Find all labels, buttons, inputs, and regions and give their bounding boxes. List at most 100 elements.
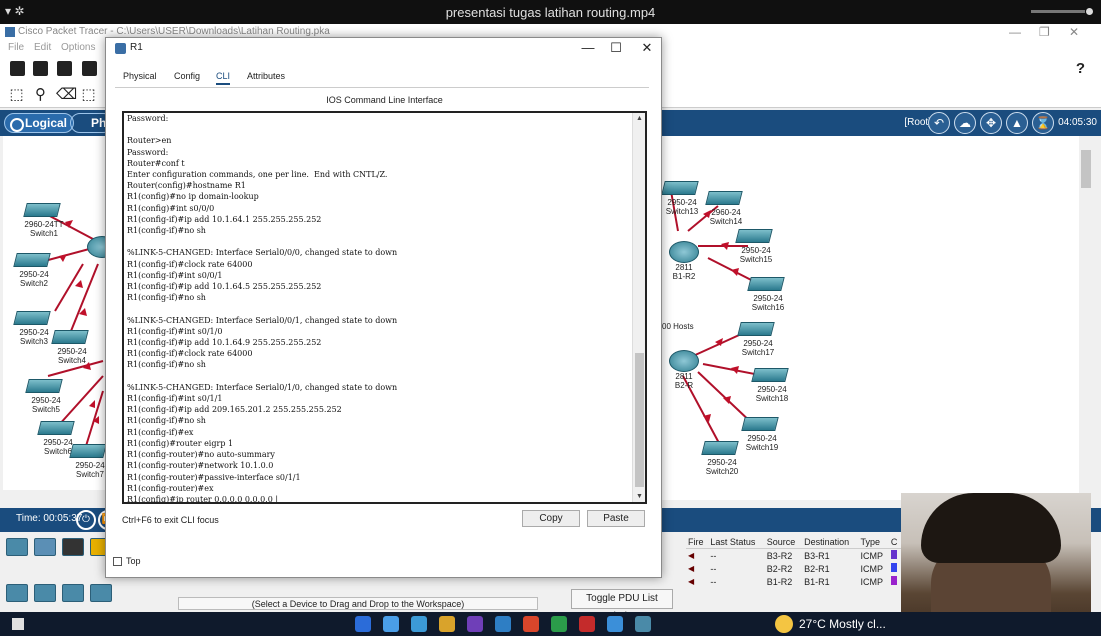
delete-tool-icon[interactable]: ⌫ [56,87,77,102]
pdu-type: ICMP [860,576,883,587]
top-checkbox[interactable]: Top [113,556,141,567]
menu-edit[interactable]: Edit [34,42,51,53]
pdu-fire-icon[interactable]: ◀ [686,562,708,575]
router-b2-r[interactable]: 2811 B2-R [669,350,699,390]
clock-readout: 04:05:30 [1058,117,1097,128]
new-file-icon[interactable] [10,61,25,76]
routers-category-icon[interactable] [6,538,28,556]
magnify-tool-icon[interactable]: ⚲ [32,87,49,102]
workspace-vertical-scrollbar[interactable] [1079,136,1093,500]
device-type-4-icon[interactable] [90,584,112,602]
tab-attributes[interactable]: Attributes [247,71,285,81]
switch4[interactable]: 2950-24 Switch4 [51,330,89,365]
close-icon[interactable]: ✕ [1069,25,1079,39]
dialog-maximize-icon[interactable]: ☐ [606,40,626,56]
taskbar-app-9-icon[interactable] [579,616,595,632]
taskbar-app-10-icon[interactable] [607,616,623,632]
scroll-thumb[interactable] [1081,150,1091,188]
device-type-2-icon[interactable] [34,584,56,602]
switch2[interactable]: 2950-24 Switch2 [13,253,51,288]
scroll-up-icon[interactable]: ▲ [634,115,645,122]
taskbar-app-3-icon[interactable] [411,616,427,632]
pdu-fire-icon[interactable]: ◀ [686,549,708,563]
viewport-icon[interactable]: ⌛ [1032,112,1054,134]
switches-category-icon[interactable] [34,538,56,556]
resize-tool-icon[interactable]: ⬚ [80,87,97,102]
volume-knob[interactable] [1086,8,1093,15]
workspace-horizontal-scrollbar[interactable] [3,490,107,502]
cloud-icon[interactable]: ☁ [954,112,976,134]
terminal-line: R1(config-if)#no sh [127,360,206,370]
terminal-scrollbar[interactable]: ▲ ▼ [632,113,645,502]
pdu-color-swatch [889,549,901,563]
cli-terminal[interactable]: Password: Router>en Password: Router#conf … [122,111,647,504]
switch1[interactable]: 2960-24TT Switch1 [23,203,64,238]
switch18[interactable]: 2950-24 Switch18 [751,368,789,403]
device-type-1-icon[interactable] [6,584,28,602]
restore-icon[interactable]: ❐ [1039,25,1050,39]
terminal-line: Router(config)#hostname R1 [127,181,246,191]
taskbar-app-2-icon[interactable] [383,616,399,632]
r1-titlebar[interactable]: R1 — ☐ ✕ [106,38,661,59]
switch3[interactable]: 2950-24 Switch3 [13,311,51,346]
taskbar-app-1-icon[interactable] [355,616,371,632]
taskbar-app-8-icon[interactable] [551,616,567,632]
weather-text[interactable]: 27°C Mostly cl... [799,617,886,631]
terminal-line: R1(config-if)#ex [127,427,194,437]
back-icon[interactable]: ↶ [928,112,950,134]
switch17[interactable]: 2950-24 Switch17 [737,322,775,357]
taskbar-app-7-icon[interactable] [523,616,539,632]
time-label: Time: 00:05:37 [16,513,83,524]
tab-cli[interactable]: CLI [216,71,231,85]
terminal-line: R1(config-if)#no sh [127,416,206,426]
switch16[interactable]: 2950-24 Switch16 [747,277,785,312]
switch6[interactable]: 2950-24 Switch6 [37,421,75,456]
logical-workspace-button[interactable]: Logical [4,113,75,133]
open-folder-icon[interactable] [33,61,48,76]
switch14[interactable]: 2960-24 Switch14 [705,191,743,226]
switch7[interactable]: 2950-24 Switch7 [69,444,107,479]
save-icon[interactable] [57,61,72,76]
device-icon [115,43,126,54]
tab-config[interactable]: Config [174,71,200,81]
pdu-row[interactable]: ◀ -- B1-R2 B1-R1 ICMP [686,575,901,588]
switch13[interactable]: 2950-24 Switch13 [661,181,699,216]
taskbar-app-5-icon[interactable] [467,616,483,632]
menu-file[interactable]: File [8,42,24,53]
switch15[interactable]: 2950-24 Switch15 [735,229,773,264]
windows-start-icon[interactable] [12,618,24,630]
terminal-scroll-thumb[interactable] [635,353,644,487]
terminal-line: R1(config-if)#int s0/1/0 [127,326,223,336]
power-cycle-icon[interactable]: ⏻ [76,510,96,530]
taskbar-app-4-icon[interactable] [439,616,455,632]
dialog-minimize-icon[interactable]: — [578,40,598,55]
paste-button[interactable]: Paste [587,510,645,527]
minimize-icon[interactable]: — [1009,25,1021,39]
copy-button[interactable]: Copy [522,510,580,527]
router-b1-r2[interactable]: 2811 B1-R2 [669,241,699,281]
background-image-icon[interactable]: ▲ [1006,112,1028,134]
switch19[interactable]: 2950-24 Switch19 [741,417,779,452]
help-icon[interactable]: ? [1076,60,1085,77]
taskbar-app-6-icon[interactable] [495,616,511,632]
device-type-3-icon[interactable] [62,584,84,602]
switch20[interactable]: 2950-24 Switch20 [701,441,739,476]
dialog-close-icon[interactable]: ✕ [637,40,657,56]
terminal-line: R1(config-router)#no auto-summary [127,450,275,460]
select-tool-icon[interactable]: ⬚ [8,87,25,102]
toggle-pdu-list-button[interactable]: Toggle PDU List Window [571,589,673,612]
taskbar-packet-tracer-icon[interactable] [635,616,651,632]
scroll-down-icon[interactable]: ▼ [634,493,645,500]
pdu-fire-icon[interactable]: ◀ [686,575,708,588]
end-devices-category-icon[interactable] [62,538,84,556]
checkbox-icon[interactable] [113,557,122,567]
pdu-row[interactable]: ◀ -- B2-R2 B2-R1 ICMP [686,562,901,575]
volume-slider[interactable] [1031,10,1085,13]
pdu-row[interactable]: ◀ -- B3-R2 B3-R1 ICMP [686,549,901,563]
switch5[interactable]: 2950-24 Switch5 [25,379,63,414]
menu-options[interactable]: Options [61,42,95,53]
tab-physical[interactable]: Physical [123,71,157,81]
move-icon[interactable]: ✥ [980,112,1002,134]
print-icon[interactable] [82,61,97,76]
weather-icon[interactable] [775,615,793,633]
